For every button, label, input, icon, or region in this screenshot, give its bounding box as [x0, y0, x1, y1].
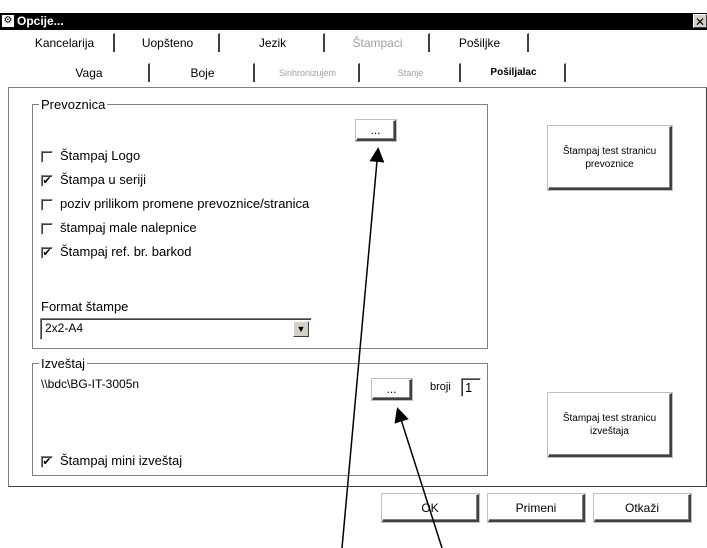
tab-label: Jezik	[258, 36, 287, 50]
stampa-u-seriji-label: Štampa u seriji	[60, 172, 146, 187]
chevron-down-icon[interactable]: ▼	[293, 321, 309, 337]
tab-label: Stanje	[397, 68, 424, 78]
izvestaj-legend: Izveštaj	[41, 356, 86, 371]
tab-label: Boje	[190, 66, 215, 80]
ref-barkod-checkbox[interactable]: ✔	[41, 247, 53, 259]
tab-sinhronizujem[interactable]: Sinhronizujem	[256, 63, 360, 82]
format-stampe-label: Format štampe	[41, 299, 129, 314]
format-stampe-value: 2x2-A4	[45, 321, 84, 335]
copies-label: broji	[430, 381, 451, 393]
test-prevoznice-button[interactable]: Štampaj test stranicu prevoznice	[548, 126, 672, 190]
tab-posiljke[interactable]: Pošiljke	[431, 33, 529, 52]
tab-label: Pošiljke	[458, 36, 501, 50]
copies-input[interactable]: 1	[461, 378, 481, 397]
format-stampe-select[interactable]: 2x2-A4 ▼	[40, 318, 312, 340]
tab-stampaci[interactable]: Štampaci	[326, 33, 430, 52]
mini-izvestaj-label: Štampaj mini izveštaj	[60, 453, 183, 468]
tab-label: Pošiljalac	[490, 67, 537, 78]
izvestaj-browse-button[interactable]: ...	[372, 379, 412, 400]
tab-stanje[interactable]: Stanje	[361, 63, 461, 82]
ok-button[interactable]: OK	[382, 494, 479, 522]
close-icon[interactable]: ✕	[693, 14, 707, 29]
apply-button[interactable]: Primeni	[488, 494, 585, 522]
mini-izvestaj-checkbox[interactable]: ✔	[41, 456, 53, 468]
tab-label: Kancelarija	[34, 36, 95, 50]
tab-uopsteno[interactable]: Uopšteno	[116, 33, 220, 52]
tab-jezik[interactable]: Jezik	[221, 33, 325, 52]
title-bar: ⚙ Opcije... ✕	[0, 13, 707, 30]
tab-label: Vaga	[75, 66, 103, 80]
tab-label: Štampaci	[352, 36, 403, 50]
cancel-button[interactable]: Otkaži	[594, 494, 691, 522]
test-izvestaja-button[interactable]: Štampaj test stranicu izveštaja	[548, 393, 672, 457]
check-icon: ✔	[42, 175, 52, 187]
printer-path: \\bdc\BG-IT-3005n	[41, 377, 140, 391]
check-icon: ✔	[42, 456, 52, 468]
check-icon: ✔	[42, 247, 52, 259]
tab-kancelarija[interactable]: Kancelarija	[15, 33, 115, 52]
window-title: Opcije...	[17, 14, 64, 28]
ref-barkod-label: Štampaj ref. br. barkod	[60, 244, 192, 259]
tab-posiljalac[interactable]: Pošiljalac	[462, 63, 566, 82]
prevoznica-browse-button[interactable]: ...	[356, 120, 396, 141]
stampaj-logo-checkbox[interactable]	[41, 151, 53, 163]
prevoznica-legend: Prevoznica	[41, 97, 106, 112]
male-nalepnice-label: štampaj male nalepnice	[60, 220, 197, 235]
tab-label: Uopšteno	[141, 36, 194, 50]
tab-label: Sinhronizujem	[278, 68, 337, 78]
app-icon: ⚙	[2, 15, 14, 27]
poziv-promene-checkbox[interactable]	[41, 199, 53, 211]
poziv-promene-label: poziv prilikom promene prevoznice/strani…	[60, 196, 310, 211]
tab-vaga[interactable]: Vaga	[29, 63, 150, 82]
stampa-u-seriji-checkbox[interactable]: ✔	[41, 175, 53, 187]
stampaj-logo-label: Štampaj Logo	[60, 148, 141, 163]
tab-boje[interactable]: Boje	[151, 63, 255, 82]
male-nalepnice-checkbox[interactable]	[41, 223, 53, 235]
